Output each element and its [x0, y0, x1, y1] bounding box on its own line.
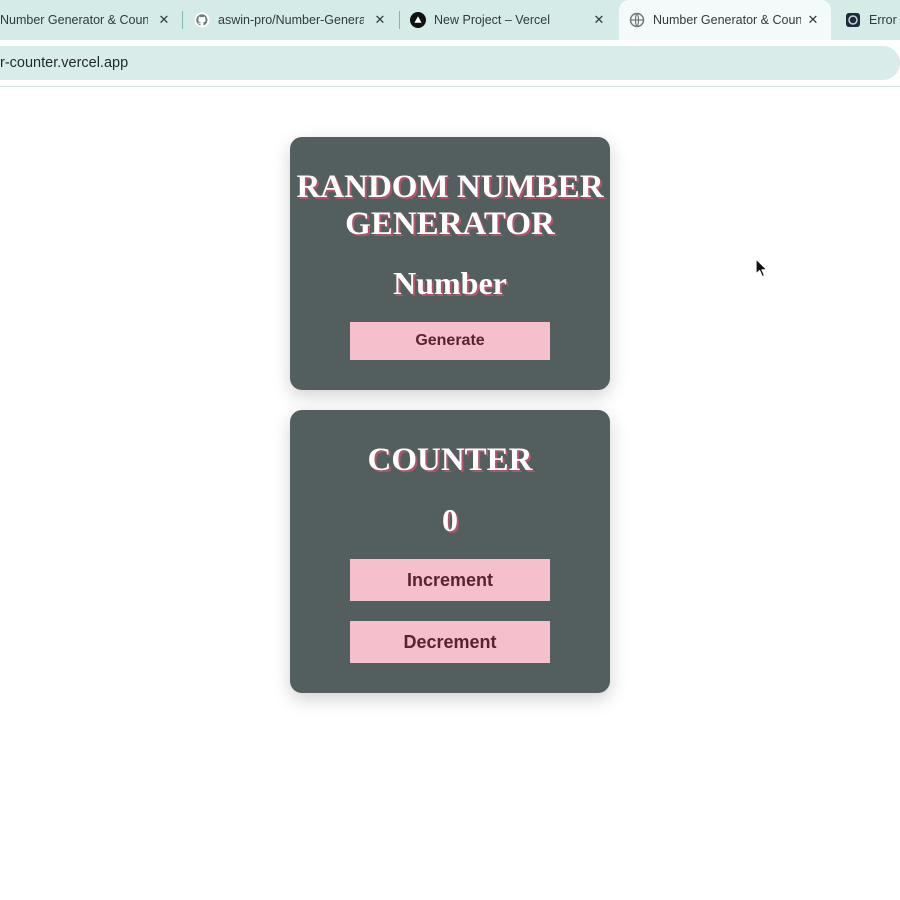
counter-title: COUNTER — [367, 442, 533, 478]
tab-close-icon[interactable]: ✕ — [805, 12, 821, 28]
tab-title: Error — [869, 13, 897, 27]
app-icon — [845, 12, 861, 28]
globe-icon — [629, 12, 645, 28]
random-number-display: Number — [393, 265, 507, 301]
tab-number-generator-active[interactable]: Number Generator & Counter ✕ — [619, 0, 831, 40]
tab-close-icon[interactable]: ✕ — [591, 12, 607, 28]
tab-title: Number Generator & Counter — [0, 13, 148, 27]
tab-close-icon[interactable]: ✕ — [372, 12, 388, 28]
tab-error[interactable]: Error — [835, 0, 900, 40]
tab-number-generator[interactable]: Number Generator & Counter ✕ — [0, 0, 182, 40]
browser-toolbar: r-counter.vercel.app — [0, 40, 900, 87]
decrement-button[interactable]: Decrement — [350, 621, 550, 663]
tab-divider — [399, 11, 400, 29]
tab-strip: Number Generator & Counter ✕ aswin-pro/N… — [0, 0, 900, 40]
random-generator-title: RANDOM NUMBER GENERATOR — [296, 169, 604, 242]
tab-vercel-new-project[interactable]: New Project – Vercel ✕ — [401, 0, 617, 40]
tab-title: New Project – Vercel — [434, 13, 551, 27]
generate-button[interactable]: Generate — [350, 322, 550, 360]
mouse-cursor-icon — [755, 258, 768, 278]
tab-github-repo[interactable]: aswin-pro/Number-Generator ✕ — [184, 0, 398, 40]
address-bar[interactable]: r-counter.vercel.app — [0, 46, 900, 80]
tab-title: Number Generator & Counter — [653, 13, 801, 27]
random-number-card: RANDOM NUMBER GENERATOR Number Generate — [290, 137, 610, 390]
url-text: r-counter.vercel.app — [0, 55, 129, 71]
increment-button[interactable]: Increment — [350, 559, 550, 601]
counter-card: COUNTER 0 Increment Decrement — [290, 410, 610, 693]
counter-value: 0 — [442, 502, 458, 538]
vercel-icon — [410, 12, 426, 28]
tab-divider — [182, 11, 183, 29]
github-icon — [194, 12, 210, 28]
tab-close-icon[interactable]: ✕ — [156, 12, 172, 28]
tab-title: aswin-pro/Number-Generator — [218, 13, 364, 27]
